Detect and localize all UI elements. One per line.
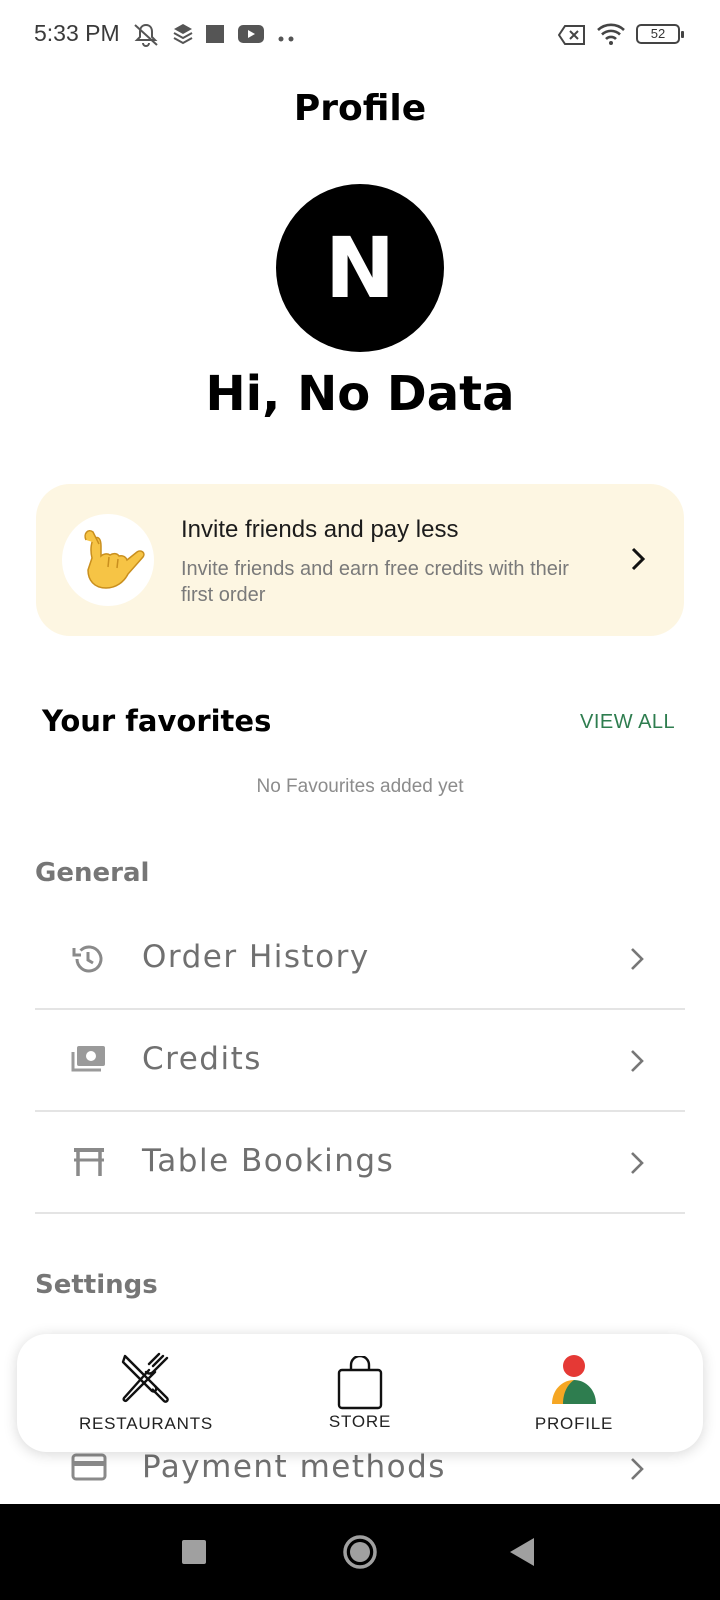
menu-item-credits[interactable]: Credits: [35, 1010, 685, 1112]
settings-section-title: Settings: [35, 1270, 158, 1300]
invite-title: Invite friends and pay less: [181, 516, 459, 543]
layers-icon: [172, 22, 194, 51]
menu-item-label: Payment methods: [142, 1449, 446, 1485]
nav-profile[interactable]: PROFILE: [460, 1334, 688, 1452]
greeting: Hi, No Data: [205, 366, 515, 422]
nav-label: RESTAURANTS: [78, 1414, 214, 1433]
battery-icon: 52: [636, 24, 684, 44]
chevron-right-icon: [629, 1150, 645, 1181]
youtube-icon: [238, 24, 264, 49]
menu-item-table-bookings[interactable]: Table Bookings: [35, 1112, 685, 1214]
chevron-right-icon: [629, 1456, 645, 1487]
cash-icon: [71, 1044, 107, 1079]
status-bar: 5:33 PM 52: [0, 0, 720, 70]
status-time: 5:33 PM: [34, 20, 120, 46]
avatar[interactable]: N: [276, 184, 444, 352]
view-all-link[interactable]: VIEW ALL: [580, 711, 675, 734]
favorites-empty-text: No Favourites added yet: [256, 776, 464, 797]
fork-knife-icon: [119, 1352, 173, 1411]
chevron-right-icon: [629, 946, 645, 977]
nav-restaurants[interactable]: RESTAURANTS: [32, 1334, 260, 1452]
back-button[interactable]: [510, 1538, 534, 1571]
general-section-title: General: [35, 858, 150, 888]
bottom-nav: RESTAURANTS STORE PROFILE: [17, 1334, 703, 1452]
credit-card-icon: [71, 1452, 107, 1487]
nav-label: PROFILE: [534, 1414, 614, 1433]
home-button[interactable]: [342, 1534, 378, 1575]
wifi-icon: [596, 22, 626, 51]
nav-store[interactable]: STORE: [246, 1334, 474, 1452]
menu-item-label: Order History: [142, 939, 370, 975]
menu-item-order-history[interactable]: Order History: [35, 908, 685, 1010]
more-icon: [278, 30, 296, 48]
favorites-title: Your favorites: [42, 704, 272, 738]
invite-subtitle: Invite friends and earn free credits wit…: [181, 558, 569, 606]
menu-item-label: Credits: [142, 1041, 262, 1077]
call-me-hand-icon: [62, 514, 154, 606]
mute-icon: [132, 22, 160, 53]
nav-label: STORE: [328, 1412, 392, 1431]
no-sim-icon: [557, 24, 586, 51]
table-icon: [71, 1146, 107, 1183]
invite-card[interactable]: Invite friends and pay less Invite frien…: [36, 484, 684, 636]
page-title: Profile: [293, 88, 427, 129]
recents-button[interactable]: [182, 1540, 206, 1569]
history-icon: [71, 942, 105, 981]
profile-icon: [549, 1354, 599, 1411]
chevron-right-icon: [629, 1048, 645, 1079]
menu-item-label: Table Bookings: [142, 1143, 395, 1179]
stop-icon: [206, 25, 224, 48]
shopping-bag-icon: [336, 1354, 384, 1415]
chevron-right-icon: [630, 546, 646, 577]
system-nav-bar: [0, 1504, 720, 1600]
